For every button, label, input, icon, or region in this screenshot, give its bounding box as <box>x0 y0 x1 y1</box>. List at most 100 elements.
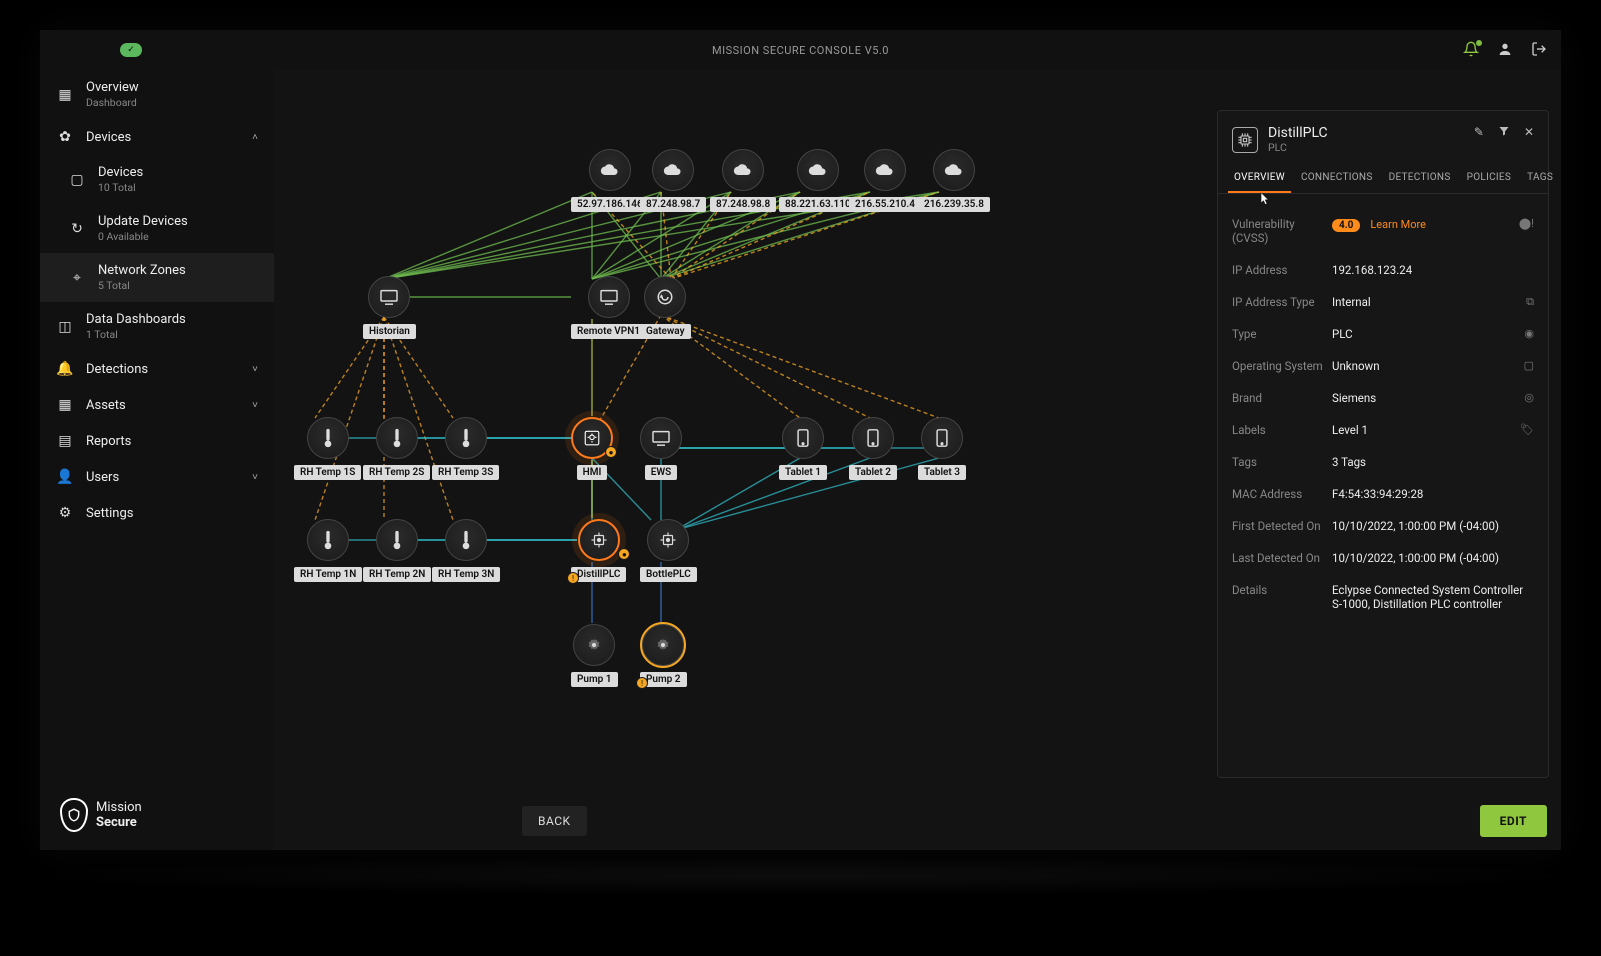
tab-detections[interactable]: DETECTIONS <box>1383 164 1457 193</box>
node-gateway[interactable]: Gateway <box>640 276 691 339</box>
tab-tags[interactable]: TAGS <box>1521 164 1559 193</box>
filter-icon[interactable] <box>1498 125 1510 140</box>
alert-icon: ⬤! <box>1519 217 1534 230</box>
status-pill: ✓ <box>120 43 142 57</box>
edit-button[interactable]: EDIT <box>1480 805 1547 837</box>
node-icon <box>368 276 410 318</box>
node-label: 52.97.186.146 <box>571 197 649 212</box>
nav-icon: ▦ <box>56 87 74 103</box>
node-pump-1[interactable]: Pump 1 <box>571 624 618 687</box>
node-52-97-186-146[interactable]: 52.97.186.146 <box>571 149 649 212</box>
nav-icon: ▤ <box>56 433 74 449</box>
nav-icon: ⌖ <box>68 270 86 286</box>
node-remote-vpn1[interactable]: Remote VPN1 <box>571 276 646 339</box>
node-icon <box>445 519 487 561</box>
node-icon <box>852 417 894 459</box>
sidebar-item-overview[interactable]: ▦ OverviewDashboard <box>40 70 274 119</box>
row-brand: Brand Siemens ◎ <box>1232 382 1534 414</box>
nav-sublabel: 5 Total <box>98 279 186 292</box>
node-tablet-2[interactable]: Tablet 2 <box>849 417 897 480</box>
target-icon[interactable]: ◎ <box>1524 391 1534 404</box>
node-icon <box>578 519 620 561</box>
info-icon[interactable]: ◉ <box>1524 327 1534 340</box>
sidebar-item-devices[interactable]: ▢ Devices10 Total <box>40 155 274 204</box>
back-button[interactable]: BACK <box>522 806 587 836</box>
sidebar-item-detections[interactable]: 🔔 Detections ˅ <box>40 351 274 387</box>
node-label: 216.55.210.4 <box>849 197 921 212</box>
node-rh-temp-1n[interactable]: RH Temp 1N <box>294 519 362 582</box>
chevron-icon: ˅ <box>252 472 258 483</box>
square-icon[interactable]: ▢ <box>1524 359 1534 372</box>
nav-label: Users <box>86 470 119 485</box>
node-tablet-1[interactable]: Tablet 1 <box>779 417 827 480</box>
nav-icon: 🔔 <box>56 361 74 377</box>
node-pump-2[interactable]: !Pump 2 <box>640 624 687 687</box>
node-label: 87.248.98.7 <box>640 197 706 212</box>
node-label: Historian <box>363 324 416 339</box>
nav-icon: ✿ <box>56 129 74 145</box>
sidebar-item-reports[interactable]: ▤ Reports <box>40 423 274 459</box>
sidebar-item-network-zones[interactable]: ⌖ Network Zones5 Total <box>40 253 274 302</box>
nav-label: Overview <box>86 80 139 95</box>
node-216-239-35-8[interactable]: 216.239.35.8 <box>918 149 990 212</box>
edit-icon[interactable]: ✎ <box>1474 125 1484 140</box>
node-label: 88.221.63.110 <box>779 197 857 212</box>
node-label: RH Temp 3S <box>432 465 499 480</box>
node-label: Gateway <box>640 324 691 339</box>
node-icon <box>589 149 631 191</box>
row-vulnerability: Vulnerability (CVSS) 4.0Learn More ⬤! <box>1232 208 1534 254</box>
node-label: Pump 1 <box>571 672 618 687</box>
nav-icon: ↻ <box>68 221 86 237</box>
node-87-248-98-7[interactable]: 87.248.98.7 <box>640 149 706 212</box>
node-label: RH Temp 1N <box>294 567 362 582</box>
node-distillplc[interactable]: !●DistillPLC <box>571 519 626 582</box>
node-tablet-3[interactable]: Tablet 3 <box>918 417 966 480</box>
node-ews[interactable]: EWS <box>640 417 682 480</box>
sidebar-item-update-devices[interactable]: ↻ Update Devices0 Available <box>40 204 274 253</box>
node-rh-temp-2n[interactable]: RH Temp 2N <box>363 519 431 582</box>
tab-connections[interactable]: CONNECTIONS <box>1295 164 1379 193</box>
detail-title: DistillPLC <box>1268 125 1328 141</box>
node-label: RH Temp 1S <box>294 465 361 480</box>
node-icon <box>376 519 418 561</box>
node-icon <box>647 519 689 561</box>
nav-sublabel: 10 Total <box>98 181 143 194</box>
nav-sublabel: 0 Available <box>98 230 188 243</box>
row-details: Details Eclypse Connected System Control… <box>1232 574 1534 620</box>
cursor-icon <box>1260 192 1270 209</box>
node-rh-temp-3n[interactable]: RH Temp 3N <box>432 519 500 582</box>
node-rh-temp-1s[interactable]: RH Temp 1S <box>294 417 361 480</box>
user-icon[interactable] <box>1497 41 1513 60</box>
sidebar-item-settings[interactable]: ⚙ Settings <box>40 495 274 531</box>
node-216-55-210-4[interactable]: 216.55.210.4 <box>849 149 921 212</box>
node-hmi[interactable]: ●HMI <box>571 417 613 480</box>
close-icon[interactable]: ✕ <box>1524 125 1534 140</box>
node-bottleplc[interactable]: BottlePLC <box>640 519 697 582</box>
sidebar-item-assets[interactable]: ▦ Assets ˅ <box>40 387 274 423</box>
node-historian[interactable]: Historian <box>363 276 416 339</box>
sidebar-item-data-dashboards[interactable]: ◫ Data Dashboards1 Total <box>40 302 274 351</box>
sidebar-item-devices[interactable]: ✿ Devices ˄ <box>40 119 274 155</box>
reflection <box>0 856 1601 896</box>
copy-icon[interactable]: ⧉ <box>1526 295 1534 309</box>
sidebar-item-users[interactable]: 👤 Users ˅ <box>40 459 274 495</box>
tag-icon[interactable]: 🏷 <box>1520 423 1534 436</box>
node-88-221-63-110[interactable]: 88.221.63.110 <box>779 149 857 212</box>
brand-logo: MissionSecure <box>40 774 274 850</box>
learn-more-link[interactable]: Learn More <box>1370 218 1426 231</box>
node-rh-temp-2s[interactable]: RH Temp 2S <box>363 417 430 480</box>
bell-icon[interactable] <box>1463 41 1479 60</box>
tab-policies[interactable]: POLICIES <box>1461 164 1518 193</box>
node-icon <box>307 519 349 561</box>
row-mac: MAC Address F4:54:33:94:29:28 <box>1232 478 1534 510</box>
main-canvas[interactable]: 52.97.186.14687.248.98.7 87.248.98.888.22… <box>274 70 1561 850</box>
logout-icon[interactable] <box>1531 41 1547 60</box>
node-87-248-98-8[interactable]: 87.248.98.8 <box>710 149 776 212</box>
nav-sublabel: 1 Total <box>86 328 186 341</box>
tab-overview[interactable]: OVERVIEW <box>1228 164 1291 193</box>
row-iptype: IP Address Type Internal ⧉ <box>1232 286 1534 318</box>
nav-label: Devices <box>98 165 143 180</box>
node-rh-temp-3s[interactable]: RH Temp 3S <box>432 417 499 480</box>
console-title: MISSION SECURE CONSOLE V5.0 <box>712 44 889 57</box>
nav-icon: ◫ <box>56 319 74 335</box>
